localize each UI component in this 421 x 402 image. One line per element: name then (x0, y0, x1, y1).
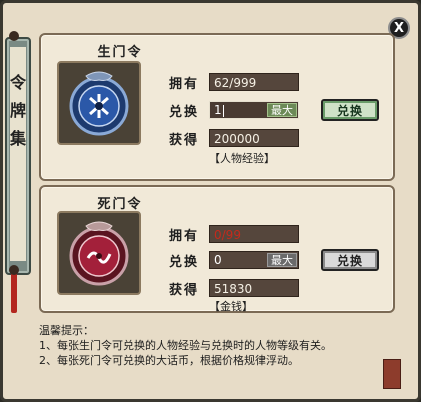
own-row: 拥有 0/99 (169, 225, 299, 244)
token-icon-frame (57, 61, 141, 145)
side-tab-char: 集 (10, 129, 27, 148)
token-exchange-window: 令 牌 集 X 生门令 拥有 62/999 兑换 1 最大 获得 200000 … (0, 0, 421, 402)
gain-label: 获得 (169, 282, 200, 298)
side-tab-char: 令 (10, 73, 27, 92)
tips-line: 2、每张死门令可兑换的大话币，根据价格规律浮动。 (39, 354, 299, 367)
tips-line: 1、每张生门令可兑换的人物经验与兑换时的人物等级有关。 (39, 339, 332, 352)
exchange-quantity-input[interactable]: 0 最大 (209, 251, 299, 269)
tips-section: 温馨提示： 1、每张生门令可兑换的人物经验与兑换时的人物等级有关。 2、每张死门… (39, 323, 395, 368)
exchange-label: 兑换 (169, 104, 200, 120)
gain-label: 获得 (169, 132, 200, 148)
close-icon: X (393, 20, 405, 36)
panel-si-men-ling: 死门令 拥有 0/99 兑换 0 最大 获得 51830 【金钱】 兑换 (39, 185, 395, 313)
exchange-row: 兑换 1 最大 (169, 101, 299, 120)
gain-row: 获得 51830 (169, 279, 299, 298)
side-tab-char: 牌 (10, 101, 27, 120)
exchange-quantity-input[interactable]: 1 最大 (209, 101, 299, 119)
exchange-button[interactable]: 兑换 (321, 249, 379, 271)
own-label: 拥有 (169, 228, 200, 244)
own-value: 62/999 (209, 73, 299, 91)
exchange-label: 兑换 (169, 254, 200, 270)
exchange-row: 兑换 0 最大 (169, 251, 299, 270)
red-token-icon (69, 221, 129, 286)
panel-title: 生门令 (97, 45, 143, 60)
gain-value: 51830 (209, 279, 299, 297)
max-button[interactable]: 最大 (267, 103, 297, 117)
own-row: 拥有 62/999 (169, 73, 299, 92)
own-value: 0/99 (209, 225, 299, 243)
seal-stamp-icon (383, 359, 401, 389)
reward-type: 【金钱】 (209, 300, 253, 313)
panel-title: 死门令 (97, 197, 143, 212)
panel-sheng-men-ling: 生门令 拥有 62/999 兑换 1 最大 获得 200000 【人物经验】 兑… (39, 33, 395, 181)
reward-type: 【人物经验】 (209, 152, 275, 165)
gain-value: 200000 (209, 129, 299, 147)
side-tab[interactable]: 令 牌 集 (5, 37, 31, 275)
tassel-decoration (11, 273, 17, 313)
own-label: 拥有 (169, 76, 200, 92)
exchange-quantity-value: 0 (214, 253, 222, 267)
blue-token-icon (69, 71, 129, 136)
token-icon-frame (57, 211, 141, 295)
exchange-quantity-value: 1 (214, 103, 222, 117)
knob-decoration (9, 31, 19, 41)
exchange-button[interactable]: 兑换 (321, 99, 379, 121)
max-button[interactable]: 最大 (267, 253, 297, 267)
text-cursor (222, 104, 224, 117)
tips-header: 温馨提示： (39, 324, 94, 337)
gain-row: 获得 200000 (169, 129, 299, 148)
knob-decoration (9, 265, 19, 275)
side-tab-label: 令 牌 集 (10, 47, 26, 261)
